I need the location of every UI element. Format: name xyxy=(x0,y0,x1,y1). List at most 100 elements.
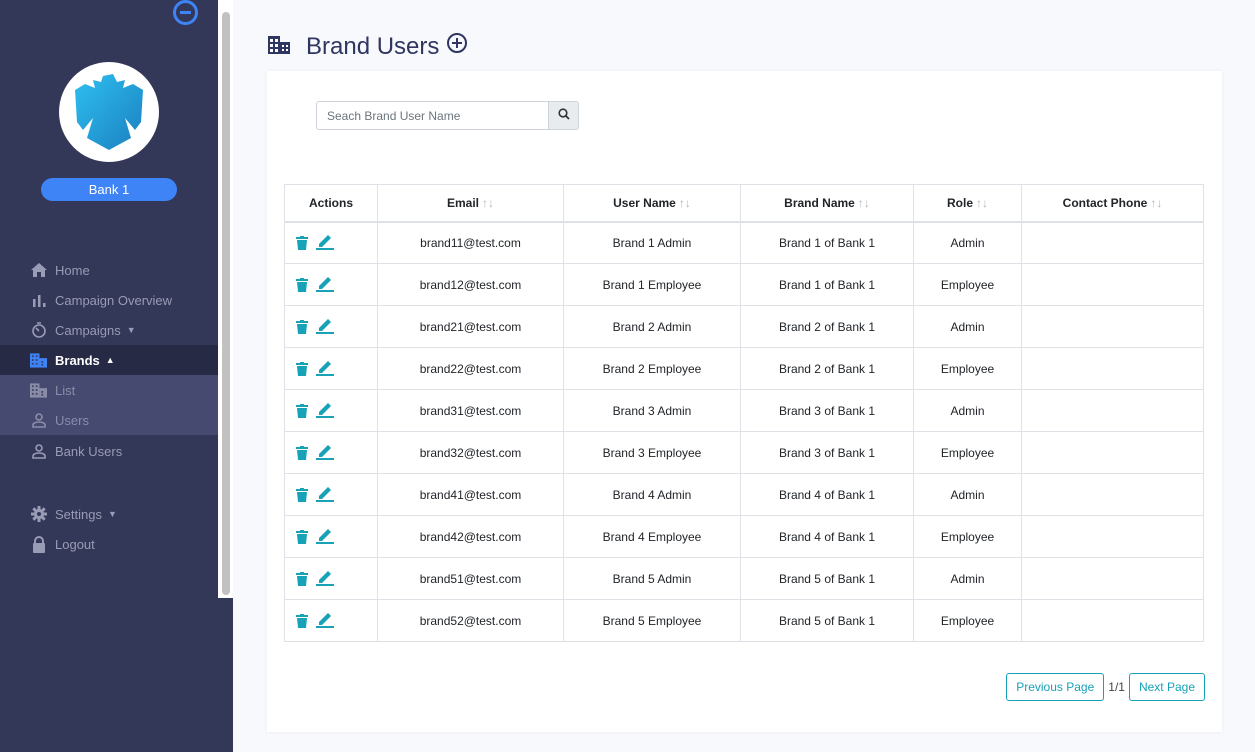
edit-icon[interactable] xyxy=(316,571,334,589)
column-header[interactable]: Email ↑↓ xyxy=(377,184,564,223)
search-input[interactable] xyxy=(316,101,549,130)
table-cell xyxy=(1021,305,1204,348)
sidebar-scrollbar[interactable] xyxy=(218,0,233,598)
edit-icon[interactable] xyxy=(316,277,334,295)
column-header[interactable]: User Name ↑↓ xyxy=(563,184,741,223)
search-bar xyxy=(316,101,579,130)
actions-cell xyxy=(284,263,378,306)
delete-icon[interactable] xyxy=(296,446,308,463)
sidebar-item-label: Campaigns xyxy=(55,322,121,338)
delete-icon[interactable] xyxy=(296,278,308,295)
table-cell: Brand 5 of Bank 1 xyxy=(740,599,914,642)
page-title: Brand Users xyxy=(306,32,440,60)
next-page-button[interactable]: Next Page xyxy=(1128,673,1205,701)
edit-icon[interactable] xyxy=(316,403,334,421)
table-cell: Admin xyxy=(913,389,1022,432)
sidebar-item-label: List xyxy=(55,382,76,398)
table-cell: Employee xyxy=(913,347,1022,390)
table-cell: brand51@test.com xyxy=(377,557,564,600)
column-header-label: Email xyxy=(446,195,479,210)
table-cell: brand22@test.com xyxy=(377,347,564,390)
table-cell: Admin xyxy=(913,473,1022,516)
delete-icon[interactable] xyxy=(296,530,308,547)
sidebar-item-home[interactable]: Home xyxy=(0,255,218,285)
table-cell: Brand 5 Admin xyxy=(563,557,741,600)
delete-icon[interactable] xyxy=(296,614,308,631)
sidebar-item-settings[interactable]: Settings ▼ xyxy=(0,499,218,529)
column-header-label: Role xyxy=(946,195,973,210)
actions-cell xyxy=(284,473,378,516)
sort-icon[interactable]: ↑↓ xyxy=(1150,196,1162,210)
edit-icon[interactable] xyxy=(316,319,334,337)
sidebar-item-brands[interactable]: Brands ▲ xyxy=(0,345,218,375)
bar-chart-icon xyxy=(30,292,47,309)
table-cell: brand41@test.com xyxy=(377,473,564,516)
brand-users-table: Actions Email ↑↓ User Name ↑↓ Brand Name ↑↓ Rol… xyxy=(284,184,1204,642)
edit-icon[interactable] xyxy=(316,529,334,547)
table-cell xyxy=(1021,431,1204,474)
sidebar-item-logout[interactable]: Logout xyxy=(0,529,218,559)
table-cell: Admin xyxy=(913,557,1022,600)
table-cell: Employee xyxy=(913,263,1022,306)
table-cell: Brand 2 Employee xyxy=(563,347,741,390)
table-row: brand51@test.com Brand 5 Admin Brand 5 of … xyxy=(284,557,1204,600)
sort-icon[interactable]: ↑↓ xyxy=(482,196,494,210)
delete-icon[interactable] xyxy=(296,236,308,253)
edit-icon[interactable] xyxy=(316,361,334,379)
actions-cell xyxy=(284,599,378,642)
column-header[interactable]: Role ↑↓ xyxy=(913,184,1022,223)
table-cell xyxy=(1021,347,1204,390)
sidebar-item-bank-users[interactable]: Bank Users xyxy=(0,436,218,466)
user-icon xyxy=(30,443,47,460)
table-cell: brand32@test.com xyxy=(377,431,564,474)
table-cell: Brand 1 of Bank 1 xyxy=(740,221,914,264)
page-indicator: 1/1 xyxy=(1108,680,1125,694)
sort-icon[interactable]: ↑↓ xyxy=(858,196,870,210)
table-cell xyxy=(1021,557,1204,600)
previous-page-button[interactable]: Previous Page xyxy=(1006,673,1105,701)
table-row: brand42@test.com Brand 4 Employee Brand 4 … xyxy=(284,515,1204,558)
table-cell: Brand 1 of Bank 1 xyxy=(740,263,914,306)
table-cell: brand42@test.com xyxy=(377,515,564,558)
table-cell xyxy=(1021,473,1204,516)
edit-icon[interactable] xyxy=(316,613,334,631)
table-row: brand52@test.com Brand 5 Employee Brand 5 … xyxy=(284,599,1204,642)
sort-icon[interactable]: ↑↓ xyxy=(679,196,691,210)
sidebar-item-campaign-overview[interactable]: Campaign Overview xyxy=(0,285,218,315)
column-header-label: Contact Phone xyxy=(1062,195,1148,210)
column-header[interactable]: Contact Phone ↑↓ xyxy=(1021,184,1204,223)
actions-cell xyxy=(284,347,378,390)
caret-up-icon: ▲ xyxy=(105,355,115,365)
building-icon xyxy=(30,352,47,369)
edit-icon[interactable] xyxy=(316,235,334,253)
sidebar-item-users[interactable]: Users xyxy=(0,405,218,435)
gear-icon xyxy=(30,506,47,523)
table-cell: Brand 4 Admin xyxy=(563,473,741,516)
collapse-sidebar-icon[interactable] xyxy=(173,0,198,25)
search-button[interactable] xyxy=(549,101,579,130)
delete-icon[interactable] xyxy=(296,572,308,589)
bank-name-badge[interactable]: Bank 1 xyxy=(41,178,177,201)
table-cell: Brand 5 of Bank 1 xyxy=(740,557,914,600)
scrollbar-thumb[interactable] xyxy=(222,12,230,595)
table-cell: brand52@test.com xyxy=(377,599,564,642)
bank-logo xyxy=(59,62,159,162)
table-cell: brand21@test.com xyxy=(377,305,564,348)
table-cell: Brand 4 of Bank 1 xyxy=(740,473,914,516)
table-cell: Brand 3 of Bank 1 xyxy=(740,389,914,432)
delete-icon[interactable] xyxy=(296,404,308,421)
delete-icon[interactable] xyxy=(296,488,308,505)
sidebar-item-list[interactable]: List xyxy=(0,375,218,405)
table-cell: Admin xyxy=(913,305,1022,348)
edit-icon[interactable] xyxy=(316,445,334,463)
column-header[interactable]: Brand Name ↑↓ xyxy=(740,184,914,223)
sidebar-item-campaigns[interactable]: Campaigns ▼ xyxy=(0,315,218,345)
sort-icon[interactable]: ↑↓ xyxy=(976,196,988,210)
table-row: brand41@test.com Brand 4 Admin Brand 4 of … xyxy=(284,473,1204,516)
add-brand-user-icon[interactable] xyxy=(446,32,468,61)
table-cell xyxy=(1021,221,1204,264)
delete-icon[interactable] xyxy=(296,362,308,379)
delete-icon[interactable] xyxy=(296,320,308,337)
edit-icon[interactable] xyxy=(316,487,334,505)
table-cell: Brand 1 Employee xyxy=(563,263,741,306)
